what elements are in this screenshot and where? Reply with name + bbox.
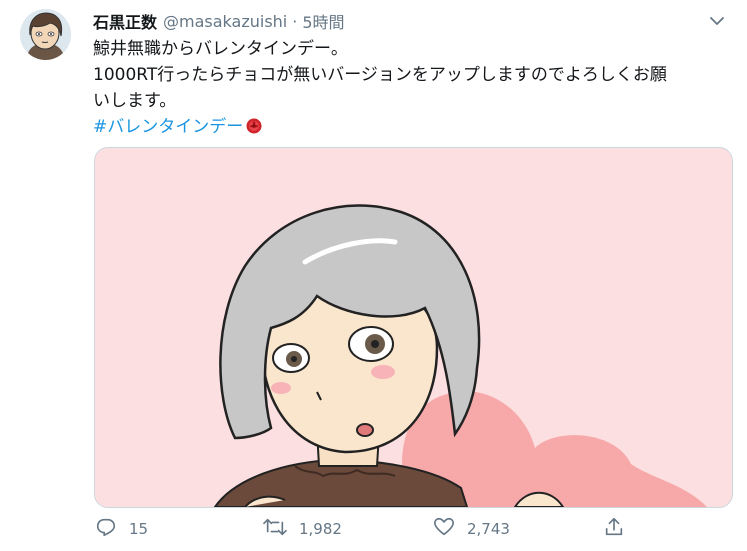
rose-icon [245, 117, 263, 143]
tweet-text-line: 1000RT行ったらチョコが無いバージョンをアップしますのでよろしくお願 [93, 65, 667, 85]
tweet-text-line: いします。 [93, 91, 177, 111]
hashtag-line: #バレンタインデー [93, 114, 733, 143]
hashtag-link[interactable]: #バレンタインデー [93, 117, 243, 137]
reply-count: 15 [129, 520, 149, 538]
tweet-media-image[interactable] [94, 147, 733, 508]
tweet-action-bar: 15 1,982 2,743 [93, 512, 653, 546]
retweet-count: 1,982 [299, 520, 342, 538]
like-count: 2,743 [467, 520, 510, 538]
tweet-header: 石黒正数 @masakazuishi · 5時間 [93, 8, 727, 34]
retweet-button[interactable]: 1,982 [263, 512, 342, 546]
share-button[interactable] [603, 512, 625, 546]
tweet-text-line: 鯨井無職からバレンタインデー。 [93, 39, 348, 59]
avatar-illustration [20, 9, 71, 60]
reply-button[interactable]: 15 [95, 512, 148, 546]
heart-icon [433, 516, 455, 542]
separator-dot: · [292, 11, 298, 31]
chevron-down-icon[interactable] [707, 11, 727, 31]
author-handle[interactable]: @masakazuishi [163, 12, 287, 31]
tweet-text: 鯨井無職からバレンタインデー。 1000RT行ったらチョコが無いバージョンをアッ… [93, 36, 733, 143]
author-avatar[interactable] [20, 9, 71, 60]
like-button[interactable]: 2,743 [433, 512, 510, 546]
illustration [95, 148, 732, 507]
tweet-timestamp[interactable]: 5時間 [302, 9, 344, 33]
author-name[interactable]: 石黒正数 [93, 9, 157, 33]
reply-icon [95, 516, 117, 542]
retweet-icon [263, 516, 287, 542]
share-icon [603, 516, 625, 542]
